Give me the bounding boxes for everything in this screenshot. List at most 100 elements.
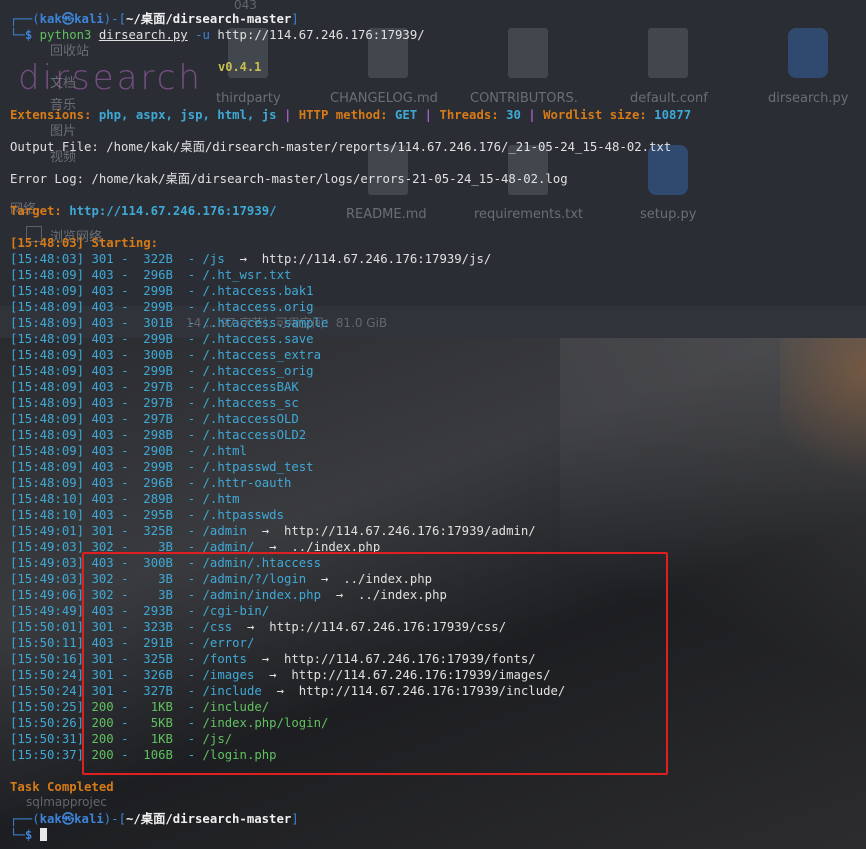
- result-time: [15:49:01]: [10, 524, 85, 538]
- extensions-label: Extensions:: [10, 108, 92, 122]
- result-status: 403: [91, 476, 114, 490]
- result-time: [15:49:06]: [10, 588, 85, 602]
- wordlist-label: Wordlist size:: [543, 108, 647, 122]
- result-status: 403: [91, 460, 114, 474]
- dirsearch-logo: dirsearch: [18, 58, 203, 98]
- result-path: /.htaccess.save: [202, 332, 314, 346]
- result-path: /.htaccessBAK: [202, 380, 299, 394]
- result-size: 295B: [128, 508, 173, 522]
- prompt-path: ~/桌面/dirsearch-master: [126, 812, 292, 826]
- task-completed: Task Completed: [10, 780, 114, 794]
- result-time: [15:50:37]: [10, 748, 85, 762]
- arrow-icon: →: [261, 524, 270, 538]
- result-size: 297B: [128, 396, 173, 410]
- result-status: 403: [91, 428, 114, 442]
- result-status: 403: [91, 444, 114, 458]
- arrow-icon: →: [239, 252, 247, 266]
- result-time: [15:48:09]: [10, 380, 85, 394]
- terminal-window[interactable]: ┌──(kak㉿kali)-[~/桌面/dirsearch-master] └─…: [0, 0, 866, 849]
- command-script: dirsearch.py: [98, 28, 188, 42]
- result-status: 403: [91, 508, 114, 522]
- result-size: 297B: [128, 380, 173, 394]
- result-time: [15:50:01]: [10, 620, 85, 634]
- result-status: 403: [91, 300, 114, 314]
- result-path: /.htaccess.bak1: [202, 284, 314, 298]
- result-status: 403: [91, 332, 114, 346]
- result-size: 301B: [128, 316, 173, 330]
- skull-icon: ㉿: [61, 812, 75, 826]
- result-time: [15:50:16]: [10, 652, 85, 666]
- command-line: └─$ python3 dirsearch.py -u http://114.6…: [10, 28, 425, 42]
- result-time: [15:48:09]: [10, 412, 85, 426]
- result-row: [15:48:09] 403 - 297B - /.htaccess_sc: [10, 395, 299, 411]
- result-size: 299B: [128, 332, 173, 346]
- result-size: 299B: [128, 364, 173, 378]
- starting-time: [15:48:03]: [10, 236, 85, 250]
- target-url: http://114.67.246.176:17939/: [69, 204, 277, 218]
- result-dash: -: [187, 364, 196, 378]
- result-time: [15:49:03]: [10, 572, 85, 586]
- starting-text: Starting:: [91, 236, 159, 250]
- result-time: [15:48:09]: [10, 476, 85, 490]
- threads-value: 30: [506, 108, 521, 122]
- skull-icon: ㉿: [61, 12, 75, 26]
- result-size: 299B: [128, 460, 173, 474]
- result-size: 325B: [128, 524, 173, 538]
- result-time: [15:48:09]: [10, 444, 85, 458]
- target-label: Target:: [10, 204, 62, 218]
- result-status: 403: [91, 396, 114, 410]
- result-time: [15:48:09]: [10, 284, 85, 298]
- separator: |: [528, 108, 536, 122]
- result-status: 403: [91, 380, 114, 394]
- prompt-corner: ┌──(: [10, 12, 40, 26]
- result-path: /js: [202, 252, 225, 266]
- result-path: /.htm: [202, 492, 240, 506]
- result-row: [15:48:09] 403 - 298B - /.htaccessOLD2: [10, 427, 306, 443]
- result-time: [15:48:09]: [10, 348, 85, 362]
- result-dash: -: [187, 412, 196, 426]
- result-time: [15:48:09]: [10, 268, 85, 282]
- result-time: [15:48:03]: [10, 252, 85, 266]
- result-size: 290B: [128, 444, 173, 458]
- result-dash: -: [187, 460, 196, 474]
- result-path: /admin: [202, 524, 247, 538]
- result-path: /.htaccess_sc: [202, 396, 299, 410]
- result-status: 403: [91, 316, 114, 330]
- result-redirect: http://114.67.246.176:17939/admin/: [283, 524, 536, 538]
- result-time: [15:50:31]: [10, 732, 85, 746]
- result-dash: -: [187, 300, 196, 314]
- method-label: HTTP method:: [298, 108, 388, 122]
- result-dash: -: [187, 252, 196, 266]
- command-input-line[interactable]: └─$: [10, 827, 47, 843]
- prompt-host: kali: [74, 812, 104, 826]
- method-value: GET: [395, 108, 418, 122]
- result-path: /.htpasswds: [202, 508, 284, 522]
- result-time: [15:48:10]: [10, 508, 85, 522]
- result-time: [15:49:03]: [10, 540, 85, 554]
- result-dash: -: [187, 348, 196, 362]
- result-dash: -: [187, 444, 196, 458]
- threads-label: Threads:: [439, 108, 499, 122]
- result-row: [15:48:09] 403 - 299B - /.htaccess.save: [10, 331, 314, 347]
- result-path: /.htaccess.sample: [202, 316, 329, 330]
- result-size: 300B: [128, 348, 173, 362]
- result-status: 301: [91, 252, 114, 266]
- result-time: [15:48:09]: [10, 396, 85, 410]
- result-row: [15:49:01] 301 - 325B - /admin → http://…: [10, 523, 536, 539]
- command-url: http://114.67.246.176:17939/: [217, 28, 425, 42]
- prompt-user: kak: [39, 12, 62, 26]
- result-size: 299B: [128, 284, 173, 298]
- result-path: /.ht_wsr.txt: [202, 268, 292, 282]
- result-status: 403: [91, 412, 114, 426]
- result-time: [15:50:11]: [10, 636, 85, 650]
- result-dash: -: [187, 492, 196, 506]
- result-row: [15:48:03] 301 - 322B - /js → http://114…: [10, 251, 491, 267]
- result-time: [15:50:24]: [10, 684, 85, 698]
- error-log-line: Error Log: /home/kak/桌面/dirsearch-master…: [10, 172, 568, 186]
- result-size: 297B: [128, 412, 173, 426]
- result-dash: -: [187, 284, 196, 298]
- result-size: 296B: [128, 476, 173, 490]
- highlight-box: [82, 552, 668, 775]
- result-row: [15:48:09] 403 - 299B - /.htaccess.orig: [10, 299, 314, 315]
- result-redirect: http://114.67.246.176:17939/js/: [261, 252, 492, 266]
